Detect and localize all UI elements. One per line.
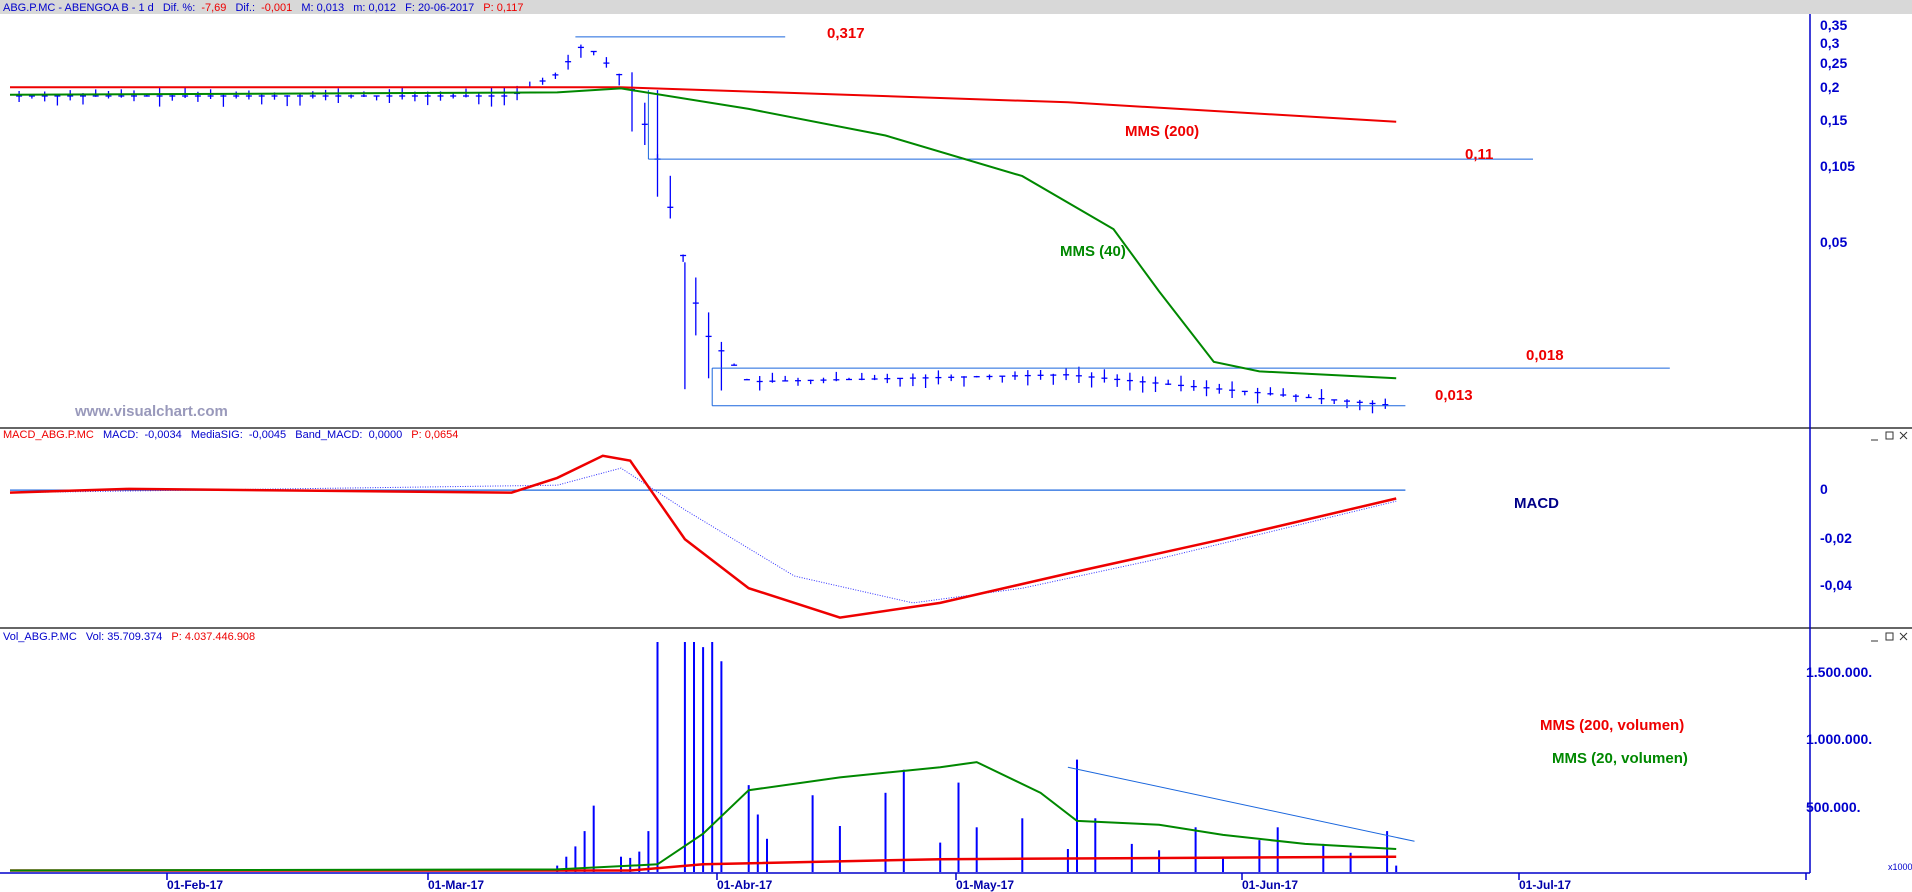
price-header-p: P: 0,117 xyxy=(483,2,523,14)
mms200-label: MMS (200) xyxy=(1125,123,1199,140)
price-y-tick: 0,25 xyxy=(1820,55,1847,71)
svg-text:Vol_ABG.P.MC Vol: 35.709.3: Vol_ABG.P.MC Vol: 35.709.374 P: 4.037.44… xyxy=(3,631,255,643)
x-tick-label: 01-Abr-17 xyxy=(717,878,773,892)
price-y-tick: 0,05 xyxy=(1820,234,1847,250)
price-header-difpct: -7,69 xyxy=(201,2,226,14)
x-tick-label: 01-May-17 xyxy=(956,878,1014,892)
macd-y-tick: 0 xyxy=(1820,481,1828,497)
vol-scale-note: x1000 xyxy=(1888,862,1912,872)
x-tick-label: 01-Jul-17 xyxy=(1519,878,1571,892)
close-icon[interactable] xyxy=(1899,431,1908,440)
price-y-tick: 0,15 xyxy=(1820,112,1847,128)
macd-plot xyxy=(9,454,1406,619)
x-tick-label: 01-Jun-17 xyxy=(1242,878,1298,892)
macd-header-band-label: Band_MACD: xyxy=(295,429,362,441)
macd-line xyxy=(9,454,1397,619)
x-tick-label: 01-Mar-17 xyxy=(428,878,484,892)
price-header-min: m: 0,012 xyxy=(353,2,396,14)
macd-header-p: P: 0,0654 xyxy=(411,429,458,441)
svg-text:ABG.P.MC - ABENGOA B - 1 d: ABG.P.MC - ABENGOA B - 1 d Dif. %: -7,69… xyxy=(3,2,523,14)
x-tick-label: 01-Feb-17 xyxy=(167,878,223,892)
vol-y-ticks: 1.500.000. 1.000.000. 500.000. xyxy=(1806,664,1872,815)
vol-header-p: P: 4.037.446.908 xyxy=(171,631,255,643)
vol-legend-mms20: MMS (20, volumen) xyxy=(1552,750,1688,767)
vol-y-tick: 1.500.000. xyxy=(1806,664,1872,680)
vol-header-vol: Vol: 35.709.374 xyxy=(86,631,162,643)
price-y-tick: 0,35 xyxy=(1820,17,1847,33)
price-y-tick: 0,2 xyxy=(1820,79,1840,95)
mms40-label: MMS (40) xyxy=(1060,243,1126,260)
price-header-date: F: 20-06-2017 xyxy=(405,2,474,14)
vol-y-tick: 500.000. xyxy=(1806,799,1861,815)
macd-title: MACD xyxy=(1514,495,1559,512)
price-header-max: M: 0,013 xyxy=(301,2,344,14)
price-y-tick: 0,105 xyxy=(1820,158,1855,174)
price-header-symbol: ABG.P.MC - ABENGOA B - 1 d xyxy=(3,2,154,14)
macd-header-band: 0,0000 xyxy=(369,429,403,441)
vol-y-tick: 1.000.000. xyxy=(1806,731,1872,747)
volume-plot xyxy=(9,642,1415,872)
x-axis-labels: 01-Feb-17 01-Mar-17 01-Abr-17 01-May-17 … xyxy=(167,878,1571,892)
price-y-tick: 0,3 xyxy=(1820,35,1840,51)
level-label-high: 0,317 xyxy=(827,25,865,42)
macd-header-macd-label: MACD: xyxy=(103,429,138,441)
macd-signal-line xyxy=(9,467,1397,604)
vol-header-name: Vol_ABG.P.MC xyxy=(3,631,77,643)
price-header-dif: -0,001 xyxy=(261,2,292,14)
level-label-support: 0,013 xyxy=(1435,387,1473,404)
maximize-icon[interactable] xyxy=(1885,632,1894,641)
watermark: www.visualchart.com xyxy=(74,403,228,420)
macd-y-ticks: 0 -0,02 -0,04 xyxy=(1820,481,1852,593)
macd-header-name: MACD_ABG.P.MC xyxy=(3,429,94,441)
price-header-difpct-label: Dif. %: xyxy=(163,2,195,14)
macd-header-macd: -0,0034 xyxy=(144,429,181,441)
level-label-mid: 0,11 xyxy=(1465,146,1493,163)
macd-y-tick: -0,04 xyxy=(1820,577,1852,593)
price-plot xyxy=(9,36,1670,414)
vol-legend-mms200: MMS (200, volumen) xyxy=(1540,717,1684,734)
macd-window-controls[interactable] xyxy=(1871,431,1908,441)
mms200-line xyxy=(10,86,1397,123)
svg-text:MACD_ABG.P.MC MACD: -0: MACD_ABG.P.MC MACD: -0,0034 MediaSIG: -0… xyxy=(3,429,458,441)
macd-header-sig-label: MediaSIG: xyxy=(191,429,243,441)
close-icon[interactable] xyxy=(1899,632,1908,641)
macd-y-tick: -0,02 xyxy=(1820,530,1852,546)
maximize-icon[interactable] xyxy=(1885,431,1894,440)
price-y-ticks: 0,35 0,3 0,25 0,2 0,15 0,105 0,05 xyxy=(1820,17,1855,250)
chart-canvas: ABG.P.MC - ABENGOA B - 1 d Dif. %: -7,69… xyxy=(0,0,1912,892)
macd-header-sig: -0,0045 xyxy=(249,429,286,441)
vol-window-controls[interactable] xyxy=(1871,632,1908,642)
price-header-dif-label: Dif.: xyxy=(235,2,255,14)
level-label-resistance: 0,018 xyxy=(1526,347,1564,364)
vol-trendline xyxy=(1067,766,1415,842)
